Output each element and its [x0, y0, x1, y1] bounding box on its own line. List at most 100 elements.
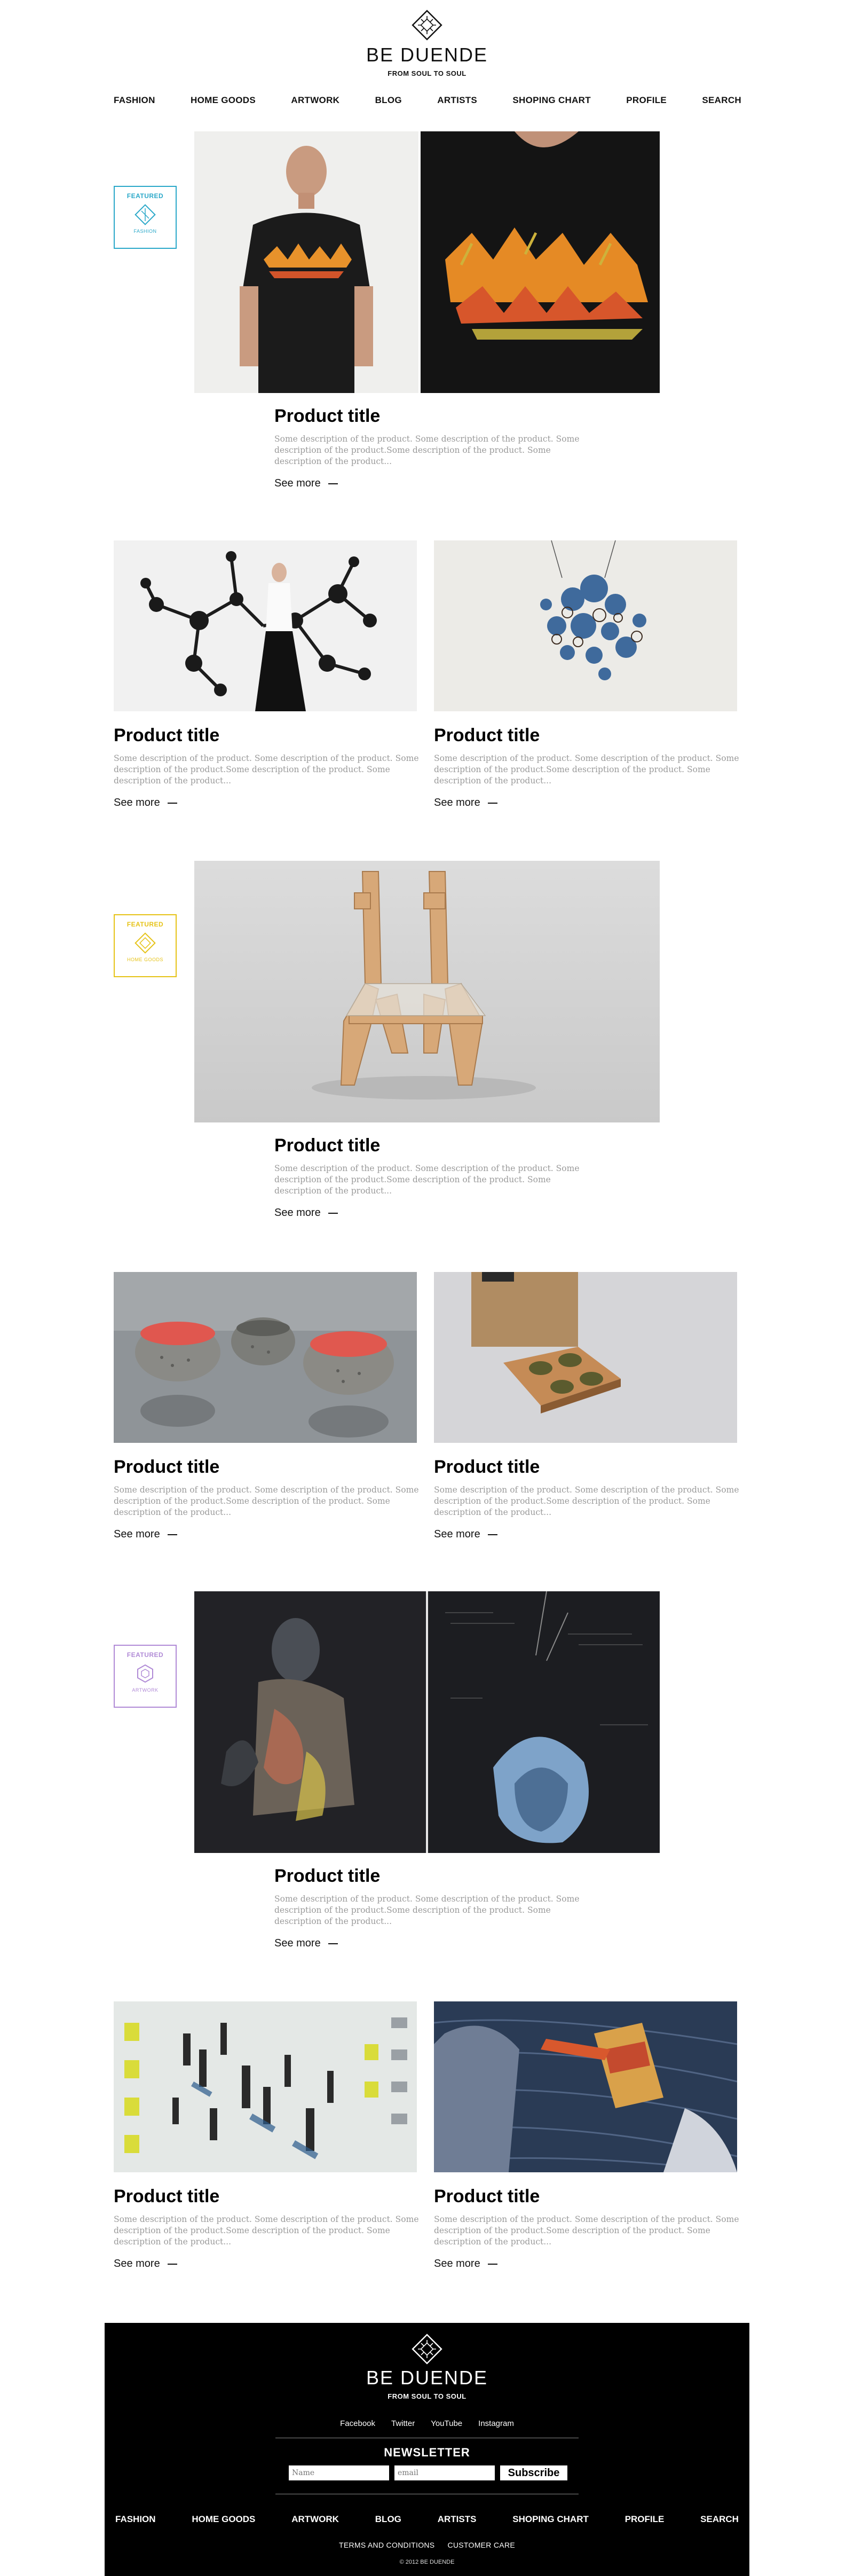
product-image-ceramic-bowls[interactable]: [114, 1272, 417, 1443]
site-header: BE DUENDE FROM SOUL TO SOUL FASHION HOME…: [0, 0, 854, 123]
see-more-link[interactable]: See more: [274, 1207, 338, 1219]
see-more-link[interactable]: See more: [114, 2258, 177, 2270]
dash-icon: [487, 1534, 497, 1535]
social-links: Facebook Twitter YouTube Instagram: [105, 2419, 749, 2428]
footer-tagline: FROM SOUL TO SOUL: [388, 2392, 466, 2400]
denim-patch-image: [434, 2001, 737, 2172]
product-image-wooden-coasters[interactable]: [434, 1272, 737, 1443]
copyright: © 2012 BE DUENDE: [399, 2559, 455, 2565]
footer-nav: FASHION HOME GOODS ARTWORK BLOG ARTISTS …: [115, 2514, 739, 2525]
social-facebook[interactable]: Facebook: [340, 2419, 375, 2428]
product-description: Some description of the product. Some de…: [274, 1164, 580, 1196]
nav-artwork[interactable]: ARTWORK: [291, 95, 339, 106]
footer-nav-blog[interactable]: BLOG: [375, 2514, 401, 2525]
footer-nav-artwork[interactable]: ARTWORK: [291, 2514, 339, 2525]
painting-diptych-image: [194, 1591, 660, 1853]
subscribe-button[interactable]: Subscribe: [500, 2465, 567, 2480]
beaded-necklace-image: [434, 540, 737, 711]
nav-home-goods[interactable]: HOME GOODS: [191, 95, 256, 106]
product-description: Some description of the product. Some de…: [274, 434, 580, 466]
nav-shoping-chart[interactable]: SHOPING CHART: [512, 95, 591, 106]
see-more-label: See more: [114, 797, 160, 808]
wooden-coasters-image: [434, 1272, 737, 1443]
see-more-label: See more: [114, 2258, 160, 2269]
see-more-link[interactable]: See more: [434, 1528, 497, 1541]
dash-icon: [167, 802, 177, 804]
product-title[interactable]: Product title: [274, 1866, 380, 1887]
see-more-link[interactable]: See more: [274, 477, 338, 490]
social-youtube[interactable]: YouTube: [431, 2419, 462, 2428]
chandelier-model-image: [114, 540, 417, 711]
product-title[interactable]: Product title: [274, 406, 380, 427]
featured-badge-artwork[interactable]: FEATURED ARTWORK: [114, 1645, 177, 1708]
badge-category: HOME GOODS: [126, 957, 163, 962]
dash-icon: [328, 1943, 338, 1944]
featured-fashion-icon: [135, 204, 156, 225]
footer-nav-artists[interactable]: ARTISTS: [438, 2514, 477, 2525]
dash-icon: [487, 802, 497, 804]
terms-link[interactable]: TERMS AND CONDITIONS: [339, 2541, 434, 2549]
wooden-chair-image: [194, 861, 660, 1122]
product-image-beaded-necklace[interactable]: [434, 540, 737, 711]
product-title[interactable]: Product title: [114, 725, 219, 746]
footer-nav-search[interactable]: SEARCH: [700, 2514, 739, 2525]
featured-home-goods-icon: [135, 932, 156, 954]
dash-icon: [328, 1212, 338, 1214]
featured-badge-fashion[interactable]: FEATURED FASHION: [114, 186, 177, 249]
legal-links: TERMS AND CONDITIONS CUSTOMER CARE: [105, 2541, 749, 2549]
figures-collage-image: [114, 2001, 417, 2172]
badge-category: FASHION: [133, 229, 157, 234]
product-image-denim-patch[interactable]: [434, 2001, 737, 2172]
product-description: Some description of the product. Some de…: [434, 1485, 739, 1517]
product-title[interactable]: Product title: [434, 1457, 540, 1478]
product-description: Some description of the product. Some de…: [114, 2214, 419, 2247]
name-input[interactable]: [289, 2465, 389, 2480]
footer-brand-name[interactable]: BE DUENDE: [105, 2367, 749, 2389]
featured-badge-home-goods[interactable]: FEATURED HOME GOODS: [114, 914, 177, 977]
nav-blog[interactable]: BLOG: [375, 95, 402, 106]
see-more-link[interactable]: See more: [114, 797, 177, 809]
product-title[interactable]: Product title: [274, 1135, 380, 1156]
dash-icon: [487, 2263, 497, 2265]
product-image-chandelier-model[interactable]: [114, 540, 417, 711]
nav-artists[interactable]: ARTISTS: [437, 95, 477, 106]
footer-logo-icon[interactable]: [412, 2334, 442, 2365]
product-title[interactable]: Product title: [114, 2186, 219, 2207]
footer-nav-profile[interactable]: PROFILE: [625, 2514, 665, 2525]
nav-profile[interactable]: PROFILE: [626, 95, 667, 106]
see-more-link[interactable]: See more: [434, 2258, 497, 2270]
badge-category: ARTWORK: [132, 1687, 159, 1693]
featured-fashion-image[interactable]: [194, 131, 660, 393]
logo-icon[interactable]: [412, 10, 442, 41]
see-more-label: See more: [274, 1207, 321, 1219]
nav-fashion[interactable]: FASHION: [114, 95, 155, 106]
dash-icon: [328, 483, 338, 484]
newsletter-form: Subscribe: [289, 2465, 567, 2480]
fashion-tshirt-image: [194, 131, 660, 393]
product-title[interactable]: Product title: [114, 1457, 219, 1478]
nav-search[interactable]: SEARCH: [702, 95, 741, 106]
product-title[interactable]: Product title: [434, 725, 540, 746]
footer-nav-shoping-chart[interactable]: SHOPING CHART: [512, 2514, 589, 2525]
site-footer: BE DUENDE FROM SOUL TO SOUL Facebook Twi…: [105, 2323, 749, 2576]
ceramic-bowls-image: [114, 1272, 417, 1443]
product-image-figures-collage[interactable]: [114, 2001, 417, 2172]
email-input[interactable]: [394, 2465, 495, 2480]
see-more-link[interactable]: See more: [434, 797, 497, 809]
social-twitter[interactable]: Twitter: [391, 2419, 415, 2428]
social-instagram[interactable]: Instagram: [478, 2419, 514, 2428]
featured-home-goods-image[interactable]: [194, 861, 660, 1122]
see-more-label: See more: [434, 797, 480, 808]
see-more-link[interactable]: See more: [114, 1528, 177, 1541]
see-more-link[interactable]: See more: [274, 1937, 338, 1950]
featured-artwork-image[interactable]: [194, 1591, 660, 1853]
footer-nav-fashion[interactable]: FASHION: [115, 2514, 156, 2525]
brand-name[interactable]: BE DUENDE: [0, 44, 854, 66]
customer-care-link[interactable]: CUSTOMER CARE: [447, 2541, 515, 2549]
product-description: Some description of the product. Some de…: [114, 1485, 419, 1517]
product-title[interactable]: Product title: [434, 2186, 540, 2207]
footer-nav-home-goods[interactable]: HOME GOODS: [192, 2514, 255, 2525]
see-more-label: See more: [434, 2258, 480, 2269]
main-nav: FASHION HOME GOODS ARTWORK BLOG ARTISTS …: [114, 95, 741, 106]
dash-icon: [167, 1534, 177, 1535]
